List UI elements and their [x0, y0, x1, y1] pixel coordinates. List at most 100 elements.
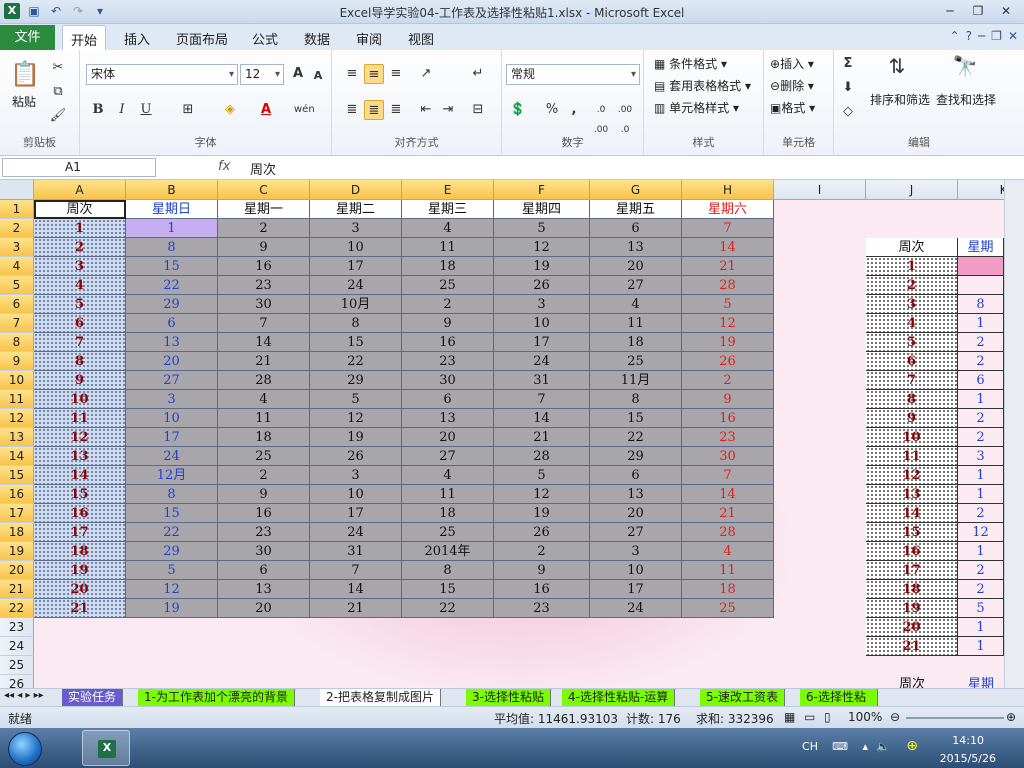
table-header-cell[interactable]: 星期四 — [494, 200, 590, 219]
page-layout-view-icon[interactable]: ▭ — [804, 710, 815, 724]
right-table-week[interactable]: 10 — [866, 428, 958, 447]
percent-button[interactable]: % — [542, 100, 562, 120]
table-cell[interactable]: 25 — [682, 599, 774, 618]
right-table-week[interactable]: 13 — [866, 485, 958, 504]
table-cell[interactable]: 9 — [34, 371, 126, 390]
table-cell[interactable]: 4 — [682, 542, 774, 561]
table-cell[interactable]: 22 — [126, 276, 218, 295]
select-all-corner[interactable] — [0, 180, 34, 200]
table-cell[interactable]: 8 — [34, 352, 126, 371]
table-cell[interactable]: 25 — [218, 447, 310, 466]
row-header[interactable]: 22 — [0, 599, 34, 618]
table-cell[interactable]: 16 — [682, 409, 774, 428]
increase-decimal-button[interactable]: .0 .00 — [590, 100, 612, 135]
table-cell[interactable]: 21 — [682, 257, 774, 276]
minimize-button[interactable]: ─ — [936, 2, 964, 20]
table-cell[interactable]: 30 — [218, 542, 310, 561]
row-header[interactable]: 20 — [0, 561, 34, 580]
table-cell[interactable]: 8 — [126, 238, 218, 257]
table-cell[interactable]: 12 — [310, 409, 402, 428]
right-table-week[interactable]: 8 — [866, 390, 958, 409]
right-table-cell[interactable] — [958, 257, 1004, 276]
tab-formulas[interactable]: 公式 — [252, 29, 278, 48]
right-table-cell[interactable]: 2 — [958, 333, 1004, 352]
table-cell[interactable]: 3 — [494, 295, 590, 314]
table-cell[interactable]: 10 — [310, 238, 402, 257]
fill-icon[interactable]: ⬇ — [838, 78, 858, 98]
table-cell[interactable]: 29 — [310, 371, 402, 390]
table-cell[interactable]: 21 — [310, 599, 402, 618]
right-table-cell[interactable]: 2 — [958, 504, 1004, 523]
table-cell[interactable]: 13 — [590, 485, 682, 504]
table-cell[interactable]: 19 — [34, 561, 126, 580]
normal-view-icon[interactable]: ▦ — [784, 710, 795, 724]
row-header[interactable]: 7 — [0, 314, 34, 333]
tab-data[interactable]: 数据 — [304, 29, 330, 48]
table-cell[interactable]: 22 — [126, 523, 218, 542]
format-painter-icon[interactable]: 🖌 — [48, 106, 68, 126]
align-middle-icon[interactable]: ≡ — [364, 64, 384, 84]
table-cell[interactable]: 17 — [590, 580, 682, 599]
autosum-button[interactable]: Σ — [838, 54, 858, 74]
table-cell[interactable]: 20 — [126, 352, 218, 371]
table-cell[interactable]: 11 — [402, 485, 494, 504]
volume-icon[interactable]: 🔈 — [876, 740, 890, 753]
column-header-a[interactable]: A — [34, 180, 126, 200]
table-cell[interactable]: 15 — [126, 257, 218, 276]
right-table-cell[interactable]: 2 — [958, 352, 1004, 371]
right-table-cell[interactable]: 3 — [958, 447, 1004, 466]
table-cell[interactable]: 12 — [494, 485, 590, 504]
table-cell[interactable]: 15 — [590, 409, 682, 428]
sheet-nav-icon[interactable]: ◂◂ ◂ ▸ ▸▸ — [4, 690, 44, 701]
table-cell[interactable]: 11 — [34, 409, 126, 428]
table-cell[interactable]: 2 — [494, 542, 590, 561]
underline-button[interactable]: U — [136, 100, 156, 120]
table-cell[interactable]: 10 — [34, 390, 126, 409]
table-cell[interactable]: 13 — [126, 333, 218, 352]
table-cell[interactable]: 14 — [218, 333, 310, 352]
sheet-tab[interactable]: 实验任务 — [62, 689, 124, 706]
table-cell[interactable]: 15 — [402, 580, 494, 599]
align-right-icon[interactable]: ≣ — [386, 100, 406, 120]
right-table-week[interactable]: 16 — [866, 542, 958, 561]
table-cell[interactable]: 30 — [218, 295, 310, 314]
font-size-select[interactable]: 12 — [240, 64, 284, 85]
table-cell[interactable]: 3 — [590, 542, 682, 561]
zoom-slider[interactable] — [906, 717, 1004, 719]
table-cell[interactable]: 4 — [218, 390, 310, 409]
table-cell[interactable]: 8 — [590, 390, 682, 409]
table-cell[interactable]: 6 — [34, 314, 126, 333]
cut-icon[interactable]: ✂ — [48, 58, 68, 78]
right-table-week[interactable]: 5 — [866, 333, 958, 352]
keyboard-icon[interactable]: ⌨ — [832, 740, 848, 753]
table-cell[interactable]: 12 — [126, 580, 218, 599]
right-table-header[interactable]: 周次 — [866, 238, 958, 257]
clear-icon[interactable]: ◇ — [838, 102, 858, 122]
table-cell[interactable]: 18 — [590, 333, 682, 352]
zoom-in-icon[interactable]: ⊕ — [1006, 710, 1016, 724]
right-table-cell[interactable]: 1 — [958, 637, 1004, 656]
table-cell[interactable]: 10 — [126, 409, 218, 428]
right-table-cell[interactable]: 1 — [958, 485, 1004, 504]
table-cell[interactable]: 11 — [590, 314, 682, 333]
table-cell[interactable]: 21 — [34, 599, 126, 618]
worksheet-grid[interactable]: A B C D E F G H I J K 1 2 3 4 5 6 7 8 9 10 11 12 13 14 15 16 17 18 19… — [0, 180, 1004, 688]
start-button[interactable] — [8, 732, 42, 766]
right-table-cell[interactable]: 8 — [958, 295, 1004, 314]
sort-filter-icon[interactable]: ⇅ — [882, 56, 912, 86]
table-cell[interactable]: 13 — [34, 447, 126, 466]
table-cell[interactable]: 18 — [218, 428, 310, 447]
row-header[interactable]: 5 — [0, 276, 34, 295]
column-header-b[interactable]: B — [126, 180, 218, 200]
table-cell[interactable]: 5 — [682, 295, 774, 314]
table-cell[interactable]: 9 — [682, 390, 774, 409]
table-cell[interactable]: 18 — [34, 542, 126, 561]
table-cell[interactable]: 25 — [402, 523, 494, 542]
clock-time[interactable]: 14:10 — [952, 734, 984, 747]
table-cell[interactable]: 9 — [402, 314, 494, 333]
table-cell[interactable]: 19 — [494, 257, 590, 276]
table-cell[interactable]: 31 — [310, 542, 402, 561]
update-icon[interactable]: ⊕ — [906, 738, 918, 754]
table-cell[interactable]: 3 — [126, 390, 218, 409]
tab-home[interactable]: 开始 — [62, 25, 107, 51]
